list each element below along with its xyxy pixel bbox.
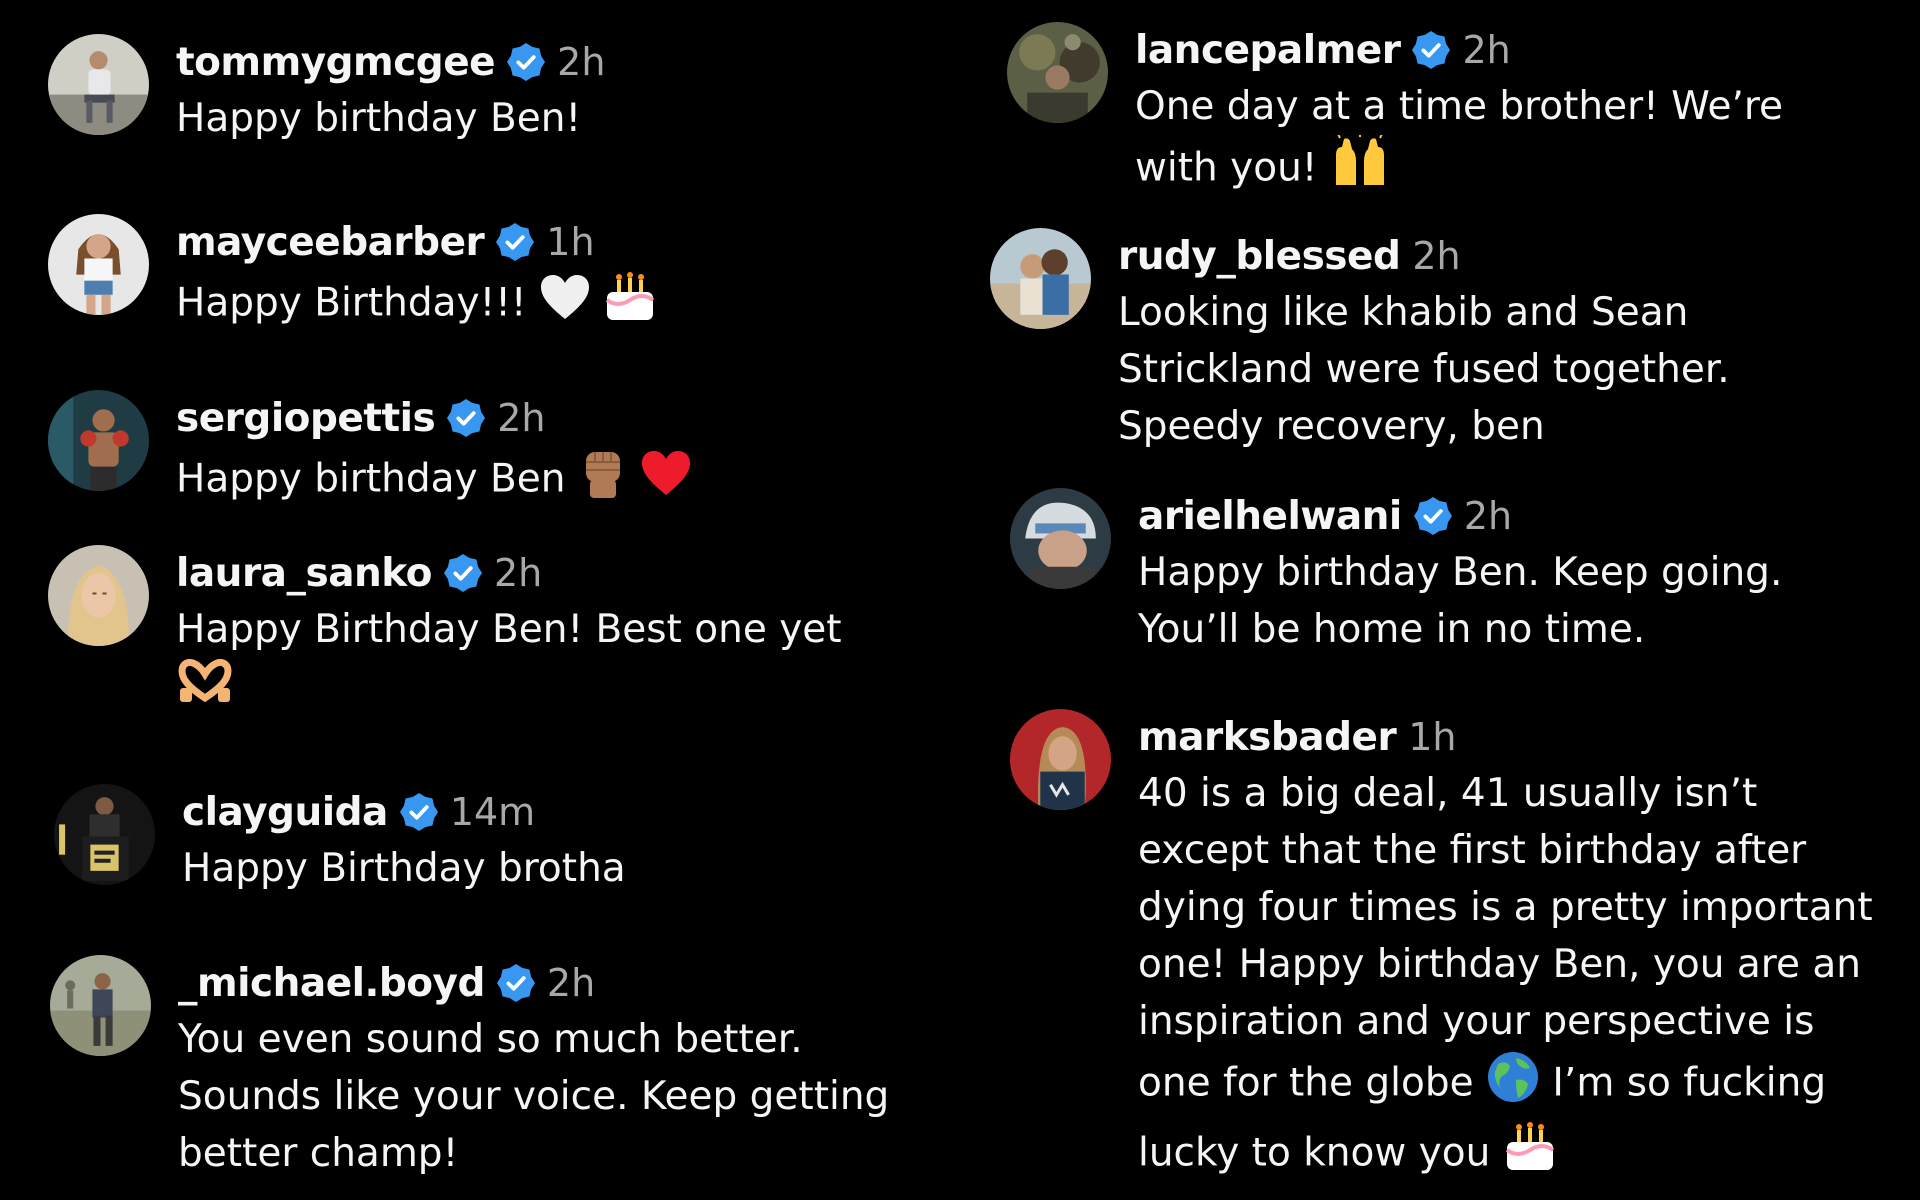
avatar[interactable] <box>1010 709 1111 810</box>
verified-badge-icon <box>1413 497 1452 535</box>
comment-text: Happy Birthday brotha <box>182 846 626 891</box>
avatar[interactable] <box>48 214 149 315</box>
username[interactable]: mayceebarber <box>176 220 485 265</box>
comment-line-text: I’m so fucking <box>1552 1060 1827 1106</box>
comment-line: except that the first birthday after <box>1138 828 1807 873</box>
comment-line <box>176 658 842 720</box>
verified-badge-icon <box>507 43 546 81</box>
comment-line: You even sound so much better. <box>178 1017 803 1062</box>
comment-line: You’ll be home in no time. <box>1138 607 1646 652</box>
comment-text: Happy birthday Ben! <box>176 96 582 141</box>
comment-line: One day at a time brother! We’re <box>1135 84 1784 129</box>
username[interactable]: arielhelwani <box>1138 494 1402 539</box>
timestamp[interactable]: 2h <box>497 396 545 440</box>
timestamp[interactable]: 2h <box>1464 494 1512 538</box>
comment-line: better champ! <box>178 1131 459 1176</box>
comment-text: Happy Birthday!!! <box>176 270 657 340</box>
globe-icon <box>1486 1050 1540 1120</box>
verified-badge-icon <box>447 399 486 437</box>
raising-hands-icon <box>1330 133 1390 205</box>
heart-hands-icon <box>176 658 234 720</box>
username[interactable]: sergiopettis <box>176 396 436 441</box>
comment-line: inspiration and your perspective is <box>1138 999 1815 1044</box>
username[interactable]: _michael.boyd <box>178 961 485 1006</box>
comment-line-text: with you! <box>1135 145 1318 191</box>
comment-line: with you! <box>1135 133 1783 205</box>
white-heart-icon <box>539 273 591 337</box>
username[interactable]: marksbader <box>1138 715 1397 760</box>
timestamp[interactable]: 2h <box>1462 28 1510 72</box>
timestamp[interactable]: 1h <box>1408 715 1456 759</box>
avatar[interactable] <box>50 955 151 1056</box>
timestamp[interactable]: 2h <box>557 40 605 84</box>
comment-line: Looking like khabib and Sean <box>1118 290 1689 335</box>
verified-badge-icon <box>1412 31 1451 69</box>
username[interactable]: laura_sanko <box>176 551 432 596</box>
avatar[interactable] <box>48 545 149 646</box>
comment-line: Sounds like your voice. Keep getting <box>178 1074 890 1119</box>
avatar[interactable] <box>54 784 155 885</box>
birthday-cake-icon <box>603 270 657 340</box>
verified-badge-icon <box>496 223 535 261</box>
comment-line: lucky to know you <box>1138 1120 1873 1190</box>
birthday-cake-icon <box>1503 1120 1557 1190</box>
comment-line-text: one for the globe <box>1138 1060 1474 1106</box>
comment-line: dying four times is a pretty important <box>1138 885 1873 930</box>
comment-line: one for the globe I’m so fucking <box>1138 1050 1873 1120</box>
raised-fist-icon <box>578 446 628 516</box>
avatar[interactable] <box>990 228 1091 329</box>
avatar[interactable] <box>1010 488 1111 589</box>
comment-line: one! Happy birthday Ben, you are an <box>1138 942 1861 987</box>
comment-line: Happy birthday Ben. Keep going. <box>1138 550 1783 595</box>
username[interactable]: tommygmcgee <box>176 40 496 85</box>
comment-line: Happy Birthday Ben! Best one yet <box>176 607 842 652</box>
verified-badge-icon <box>496 964 535 1002</box>
timestamp[interactable]: 2h <box>1412 234 1460 278</box>
red-heart-icon <box>640 449 692 513</box>
verified-badge-icon <box>443 554 482 592</box>
username[interactable]: clayguida <box>182 790 388 835</box>
username[interactable]: lancepalmer <box>1135 28 1401 73</box>
comment-line: Speedy recovery, ben <box>1118 404 1545 449</box>
comment-line-text: lucky to know you <box>1138 1130 1491 1176</box>
avatar[interactable] <box>1007 22 1108 123</box>
timestamp[interactable]: 14m <box>450 790 535 834</box>
comment-line: Happy Birthday!!! <box>176 280 527 326</box>
avatar[interactable] <box>48 390 149 491</box>
username[interactable]: rudy_blessed <box>1118 234 1401 279</box>
comment-line: Strickland were fused together. <box>1118 347 1730 392</box>
timestamp[interactable]: 2h <box>547 961 595 1005</box>
comment-line: 40 is a big deal, 41 usually isn’t <box>1138 771 1758 816</box>
comment-line: Happy birthday Ben <box>176 456 566 502</box>
verified-badge-icon <box>399 793 438 831</box>
timestamp[interactable]: 2h <box>494 551 542 595</box>
timestamp[interactable]: 1h <box>546 220 594 264</box>
avatar[interactable] <box>48 34 149 135</box>
comment-text: Happy birthday Ben <box>176 446 692 516</box>
